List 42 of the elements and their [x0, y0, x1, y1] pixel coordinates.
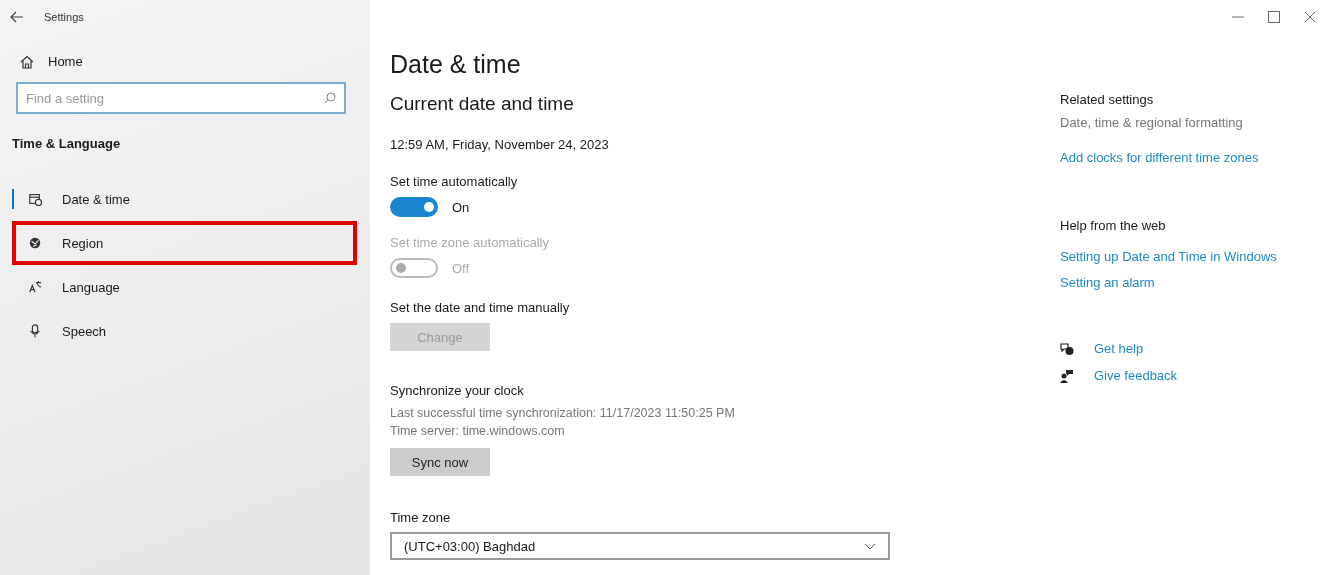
maximize-icon[interactable]	[1267, 10, 1281, 24]
home-icon	[20, 54, 34, 69]
help-heading: Help from the web	[1060, 218, 1167, 233]
microphone-icon	[28, 324, 42, 338]
language-icon	[28, 280, 42, 294]
sync-now-button[interactable]: Sync now	[390, 448, 490, 476]
search-field[interactable]: Find a setting	[16, 82, 346, 114]
sync-info: Last successful time synchronization: 11/17/2023 11:50:25 PM	[390, 405, 736, 422]
nav-item[interactable]: Language	[12, 265, 357, 309]
toggle-label: Set time automatically	[390, 174, 519, 189]
calendar-clock-icon	[28, 192, 42, 206]
chevron-down-icon	[864, 542, 876, 550]
nav-item[interactable]: Speech	[12, 309, 357, 353]
setting-label: Set the date and time manually	[390, 300, 571, 315]
section-title: Current date and time	[390, 93, 575, 115]
search-icon	[324, 92, 336, 104]
person-feedback-icon	[1060, 368, 1074, 383]
nav-item[interactable]: Date & time	[12, 177, 357, 221]
window-title: Settings	[44, 11, 84, 23]
related-text: Date, time & regional formatting	[1060, 115, 1244, 130]
support-link[interactable]: Get help	[1094, 341, 1144, 356]
setting-label: Synchronize your clock	[390, 383, 525, 398]
section-heading: Time & Language	[12, 136, 122, 151]
nav-item[interactable]: Region	[12, 221, 357, 265]
toggle-switch[interactable]	[390, 197, 438, 217]
setting-label: Time zone	[390, 510, 452, 525]
time-zone-dropdown[interactable]: (UTC+03:00) Baghdad	[390, 532, 890, 560]
toggle-state: Off	[452, 260, 470, 276]
current-date-time: 12:59 AM, Friday, November 24, 2023	[390, 137, 610, 152]
support-link[interactable]: Give feedback	[1094, 368, 1178, 383]
close-icon[interactable]	[1303, 10, 1317, 24]
toggle-label: Set time zone automatically	[390, 235, 550, 250]
related-link[interactable]: Add clocks for different time zones	[1060, 150, 1259, 165]
chat-bubble-icon	[1060, 341, 1074, 356]
page-title: Date & time	[390, 50, 522, 79]
help-link[interactable]: Setting up Date and Time in Windows	[1060, 249, 1277, 264]
back-arrow-icon[interactable]	[10, 11, 24, 23]
home-link[interactable]: Home	[20, 54, 370, 69]
toggle-state: On	[452, 199, 470, 215]
help-link[interactable]: Setting an alarm	[1060, 275, 1155, 290]
sync-info: Time server: time.windows.com	[390, 423, 566, 440]
related-heading: Related settings	[1060, 92, 1155, 107]
